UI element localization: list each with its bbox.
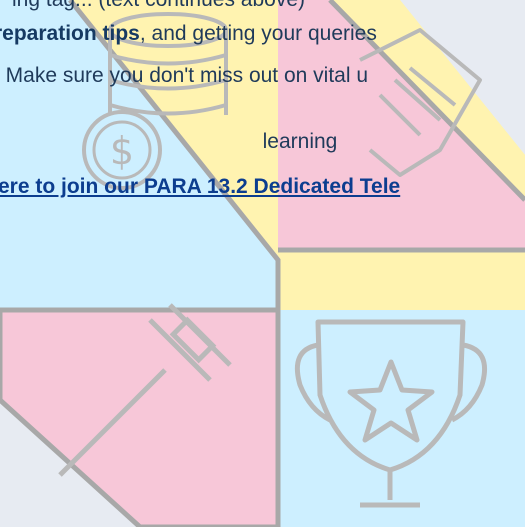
text-line-5: ere to join our PARA 13.2 Dedicated Tele <box>0 175 523 199</box>
bold-preparation-tips: reparation tips <box>0 22 140 45</box>
text-line-1: ing tag... (text continues above) <box>12 0 525 12</box>
telegram-group-link[interactable]: ere to join our PARA 13.2 Dedicated Tele <box>0 175 400 198</box>
text-line-3: . Make sure you don't miss out on vital … <box>0 64 369 87</box>
text-line-2: reparation tips, and getting your querie… <box>0 22 519 46</box>
panel-pink-corner <box>278 250 525 310</box>
document-text: ing tag... (text continues above) repara… <box>0 0 525 200</box>
panel-cyan-bottom-right <box>278 310 525 527</box>
text-line-4: learning <box>262 130 338 153</box>
